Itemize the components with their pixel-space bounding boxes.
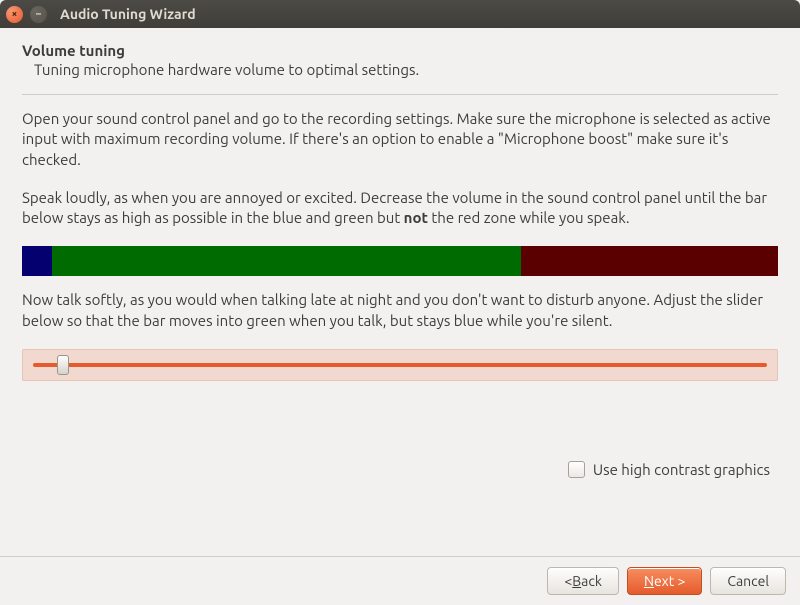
level-blue-zone bbox=[22, 246, 52, 276]
amplification-slider[interactable] bbox=[22, 349, 778, 381]
minimize-icon[interactable]: – bbox=[30, 6, 47, 23]
cancel-button[interactable]: Cancel bbox=[710, 567, 786, 595]
high-contrast-checkbox[interactable] bbox=[568, 461, 585, 478]
audio-tuning-wizard-window: × – Audio Tuning Wizard Volume tuning Tu… bbox=[0, 0, 800, 605]
back-prefix: < bbox=[564, 573, 572, 589]
wizard-footer: < Back Next > Cancel bbox=[0, 556, 800, 605]
close-icon[interactable]: × bbox=[6, 6, 23, 23]
back-rest: ack bbox=[581, 573, 602, 589]
instruction-paragraph-1: Open your sound control panel and go to … bbox=[22, 109, 778, 170]
window-title: Audio Tuning Wizard bbox=[60, 6, 196, 22]
next-button[interactable]: Next > bbox=[627, 567, 702, 595]
instruction-paragraph-3: Now talk softly, as you would when talki… bbox=[22, 290, 778, 331]
high-contrast-option[interactable]: Use high contrast graphics bbox=[22, 461, 770, 478]
p2-strong: not bbox=[404, 209, 428, 226]
p2-text-a: Speak loudly, as when you are annoyed or… bbox=[22, 189, 767, 226]
slider-thumb[interactable] bbox=[57, 355, 69, 375]
volume-level-meter bbox=[22, 246, 778, 276]
titlebar: × – Audio Tuning Wizard bbox=[0, 0, 800, 28]
level-green-zone bbox=[52, 246, 521, 276]
p2-text-b: the red zone while you speak. bbox=[428, 209, 630, 226]
high-contrast-label: Use high contrast graphics bbox=[593, 461, 770, 478]
next-rest: ext > bbox=[654, 573, 685, 589]
divider bbox=[22, 94, 778, 95]
slider-track bbox=[33, 363, 767, 367]
back-underline: B bbox=[572, 573, 581, 589]
page-subtitle: Tuning microphone hardware volume to opt… bbox=[34, 61, 778, 78]
content-area: Volume tuning Tuning microphone hardware… bbox=[0, 28, 800, 556]
page-title: Volume tuning bbox=[22, 42, 778, 59]
instruction-paragraph-2: Speak loudly, as when you are annoyed or… bbox=[22, 188, 778, 229]
next-underline: N bbox=[644, 573, 654, 589]
back-button[interactable]: < Back bbox=[547, 567, 619, 595]
cancel-label: Cancel bbox=[727, 573, 769, 589]
